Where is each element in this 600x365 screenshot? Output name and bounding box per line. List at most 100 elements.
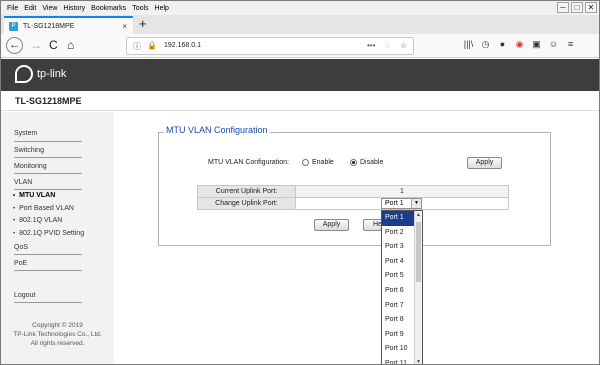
sidebar: System Switching Monitoring VLAN • MTU VL… <box>1 112 114 364</box>
sidebar-item-poe[interactable]: PoE <box>14 260 27 267</box>
insecure-lock-icon[interactable]: 🔒 <box>147 41 157 50</box>
reload-button[interactable]: C <box>49 38 58 52</box>
copyright-line: Copyright © 2019 <box>32 322 83 329</box>
navigation-bar: ← → C ⌂ ⓘ 🔒 192.168.0.1 ••• ◌ ☆ |||\ ◷ ●… <box>1 34 599 58</box>
url-bar[interactable]: ⓘ 🔒 192.168.0.1 ••• ◌ ☆ <box>126 37 414 55</box>
sidebar-divider <box>14 173 82 174</box>
uplink-port-select[interactable]: Port 1 ▼ <box>381 198 422 209</box>
browser-tab[interactable]: P TL-SG1218MPE × <box>4 16 133 34</box>
dropdown-option[interactable]: Port 7 <box>382 299 415 314</box>
enable-label[interactable]: Enable <box>312 159 334 166</box>
dropdown-scrollbar[interactable]: ▲ ▼ <box>414 211 422 364</box>
back-button[interactable]: ← <box>6 37 23 54</box>
favicon-icon: P <box>9 21 18 31</box>
model-bar: TL-SG1218MPE <box>1 91 599 111</box>
chevron-down-icon[interactable]: ▼ <box>411 199 421 208</box>
sidebar-divider <box>14 254 82 255</box>
subitem-label: MTU VLAN <box>19 192 56 199</box>
dropdown-option[interactable]: Port 8 <box>382 313 415 328</box>
dropdown-option[interactable]: Port 4 <box>382 255 415 270</box>
scroll-down-icon[interactable]: ▼ <box>416 359 421 364</box>
sidebar-item-vlan[interactable]: VLAN <box>14 179 32 186</box>
apply-button-bottom[interactable]: Apply <box>314 219 349 231</box>
sidebar-subitem-8021q-vlan[interactable]: • 802.1Q VLAN <box>13 217 62 224</box>
dropdown-option[interactable]: Port 5 <box>382 269 415 284</box>
tplink-logo: tp-link <box>15 65 66 83</box>
subitem-label: Port Based VLAN <box>19 205 74 212</box>
extension-icon[interactable]: ● <box>497 39 508 50</box>
dropdown-option[interactable]: Port 9 <box>382 328 415 343</box>
bookmark-star-icon[interactable]: ☆ <box>400 41 407 50</box>
toolbar-icons: |||\ ◷ ● ◉ ▣ ☺ ≡ <box>463 39 576 50</box>
logo-text: tp-link <box>37 68 67 80</box>
device-model: TL-SG1218MPE <box>15 96 82 106</box>
maximize-button[interactable]: □ <box>571 2 583 13</box>
scroll-up-icon[interactable]: ▲ <box>416 212 421 218</box>
dropdown-option[interactable]: Port 3 <box>382 240 415 255</box>
web-page: tp-link TL-SG1218MPE System Switching Mo… <box>1 59 599 364</box>
forward-button[interactable]: → <box>30 38 42 52</box>
bullet-icon: • <box>13 218 16 224</box>
sidebar-subitem-8021q-pvid[interactable]: • 802.1Q PVID Setting <box>13 230 84 237</box>
subitem-label: 802.1Q PVID Setting <box>19 230 85 237</box>
scroll-thumb[interactable] <box>416 222 421 282</box>
dropdown-options: Port 1 Port 2 Port 3 Port 4 Port 5 Port 6 Port… <box>382 211 415 364</box>
disable-label[interactable]: Disable <box>360 159 383 166</box>
minimize-button[interactable]: ─ <box>557 2 569 13</box>
help-button[interactable]: He <box>363 219 382 231</box>
menu-view[interactable]: View <box>42 5 57 12</box>
section-title: MTU VLAN Configuration <box>164 125 270 135</box>
adblock-icon[interactable]: ◉ <box>514 39 525 50</box>
tplink-header: tp-link <box>1 59 599 91</box>
url-text[interactable]: 192.168.0.1 <box>164 42 201 49</box>
sidebar-item-monitoring[interactable]: Monitoring <box>14 163 47 170</box>
pocket-icon[interactable]: ◌ <box>385 41 390 50</box>
current-uplink-value: 1 <box>295 185 509 198</box>
dropdown-option[interactable]: Port 10 <box>382 342 415 357</box>
hamburger-menu-icon[interactable]: ≡ <box>565 39 576 50</box>
browser-window: File Edit View History Bookmarks Tools H… <box>0 0 600 365</box>
bullet-icon: • <box>13 206 16 212</box>
page-actions-icon[interactable]: ••• <box>367 41 375 50</box>
apply-button-top[interactable]: Apply <box>467 157 502 169</box>
close-window-button[interactable]: ✕ <box>585 2 597 13</box>
info-icon[interactable]: ⓘ <box>133 41 141 52</box>
window-controls: ─ □ ✕ <box>557 2 597 13</box>
sidebar-item-logout[interactable]: Logout <box>14 292 35 299</box>
menu-edit[interactable]: Edit <box>24 5 36 12</box>
table-row: Current Uplink Port: 1 <box>197 185 509 198</box>
bullet-icon: • <box>13 231 16 237</box>
sidebar-divider <box>14 141 82 142</box>
bullet-icon: • <box>13 193 16 199</box>
tab-close-icon[interactable]: × <box>122 22 127 31</box>
tab-strip: P TL-SG1218MPE × + <box>1 15 599 34</box>
sidebar-item-switching[interactable]: Switching <box>14 147 44 154</box>
history-icon[interactable]: ◷ <box>480 39 491 50</box>
dropdown-option[interactable]: Port 6 <box>382 284 415 299</box>
port-dropdown-list[interactable]: Port 1 Port 2 Port 3 Port 4 Port 5 Port 6 Port… <box>381 210 423 364</box>
menu-bookmarks[interactable]: Bookmarks <box>91 5 126 12</box>
sidebar-item-system[interactable]: System <box>14 130 37 137</box>
new-tab-button[interactable]: + <box>139 16 147 32</box>
sidebar-item-qos[interactable]: QoS <box>14 244 28 251</box>
dropdown-option[interactable]: Port 2 <box>382 226 415 241</box>
menu-bar: File Edit View History Bookmarks Tools H… <box>1 1 599 15</box>
sidebar-icon[interactable]: ▣ <box>531 39 542 50</box>
account-icon[interactable]: ☺ <box>548 39 559 50</box>
disable-radio[interactable] <box>350 159 357 166</box>
enable-radio[interactable] <box>302 159 309 166</box>
copyright-line: All rights reserved. <box>30 340 85 347</box>
library-icon[interactable]: |||\ <box>463 39 474 50</box>
tplink-logo-icon <box>15 65 33 83</box>
menu-history[interactable]: History <box>63 5 85 12</box>
menu-help[interactable]: Help <box>155 5 169 12</box>
dropdown-option[interactable]: Port 1 <box>382 211 415 226</box>
sidebar-subitem-port-based-vlan[interactable]: • Port Based VLAN <box>13 205 74 212</box>
dropdown-option[interactable]: Port 11 <box>382 357 415 364</box>
uplink-table: Current Uplink Port: 1 Change Uplink Por… <box>197 185 509 210</box>
subitem-label: 802.1Q VLAN <box>19 217 63 224</box>
menu-tools[interactable]: Tools <box>132 5 148 12</box>
menu-file[interactable]: File <box>7 5 18 12</box>
sidebar-subitem-mtu-vlan[interactable]: • MTU VLAN <box>13 192 55 199</box>
home-button[interactable]: ⌂ <box>67 38 74 52</box>
